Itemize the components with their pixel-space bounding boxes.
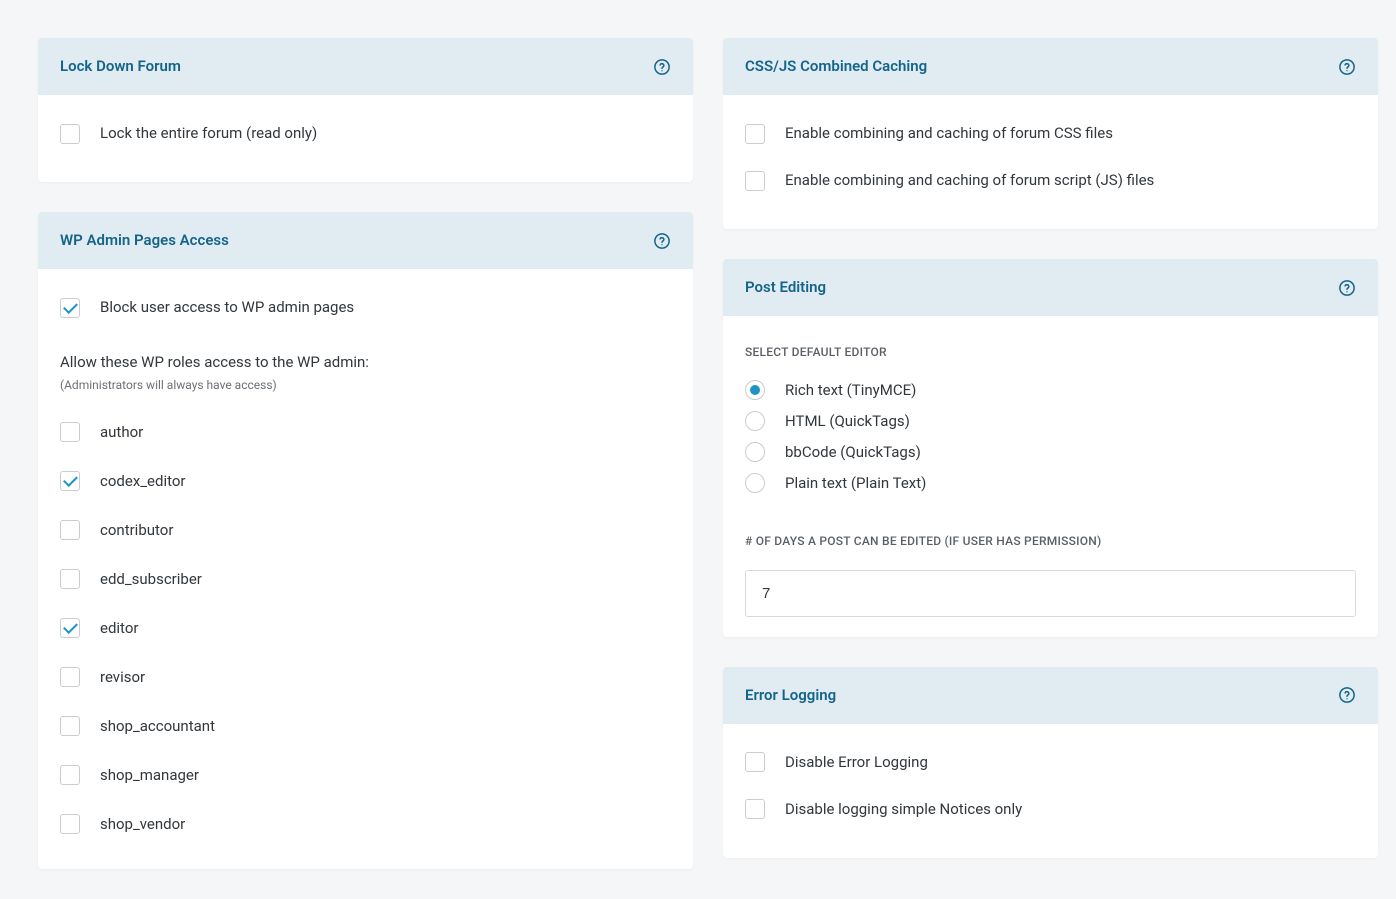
- role-label: shop_accountant: [100, 716, 215, 737]
- panel-header: Lock Down Forum: [38, 38, 693, 95]
- help-icon[interactable]: [653, 58, 671, 76]
- checkbox-disable-error-logging[interactable]: [745, 752, 765, 772]
- radio-editor-2[interactable]: [745, 442, 765, 462]
- checkbox-block-wp-admin[interactable]: [60, 298, 80, 318]
- checkbox-role-editor[interactable]: [60, 618, 80, 638]
- panel-wp-admin-pages-access: WP Admin Pages Access Block user access …: [38, 212, 693, 869]
- editor-option-label: bbCode (QuickTags): [785, 442, 921, 463]
- option-cache-css: Enable combining and caching of forum CS…: [745, 115, 1356, 162]
- panel-title: Lock Down Forum: [60, 56, 181, 77]
- role-row: contributor: [60, 506, 671, 555]
- panel-title: Post Editing: [745, 277, 826, 298]
- option-label: Block user access to WP admin pages: [100, 297, 354, 318]
- panel-lock-down-forum: Lock Down Forum Lock the entire forum (r…: [38, 38, 693, 182]
- section-label-days-editable: # OF DAYS A POST CAN BE EDITED (IF USER …: [745, 533, 1356, 550]
- radio-editor-1[interactable]: [745, 411, 765, 431]
- help-icon[interactable]: [1338, 279, 1356, 297]
- checkbox-disable-notices-logging[interactable]: [745, 799, 765, 819]
- checkbox-cache-js[interactable]: [745, 171, 765, 191]
- option-label: Enable combining and caching of forum CS…: [785, 123, 1113, 144]
- radio-editor-3[interactable]: [745, 473, 765, 493]
- option-label: Lock the entire forum (read only): [100, 123, 317, 144]
- panel-title: WP Admin Pages Access: [60, 230, 229, 251]
- editor-option-label: Rich text (TinyMCE): [785, 380, 916, 401]
- checkbox-role-author[interactable]: [60, 422, 80, 442]
- checkbox-role-codex_editor[interactable]: [60, 471, 80, 491]
- help-icon[interactable]: [1338, 58, 1356, 76]
- role-row: author: [60, 408, 671, 457]
- option-label: Disable logging simple Notices only: [785, 799, 1022, 820]
- editor-option: bbCode (QuickTags): [745, 437, 1356, 468]
- panel-title: Error Logging: [745, 685, 836, 706]
- roles-intro: Allow these WP roles access to the WP ad…: [60, 352, 671, 373]
- role-label: contributor: [100, 520, 173, 541]
- option-disable-notices-logging: Disable logging simple Notices only: [745, 791, 1356, 838]
- editor-option: HTML (QuickTags): [745, 406, 1356, 437]
- checkbox-role-revisor[interactable]: [60, 667, 80, 687]
- panel-header: CSS/JS Combined Caching: [723, 38, 1378, 95]
- role-label: shop_vendor: [100, 814, 185, 835]
- checkbox-role-contributor[interactable]: [60, 520, 80, 540]
- checkbox-role-shop_accountant[interactable]: [60, 716, 80, 736]
- option-disable-error-logging: Disable Error Logging: [745, 744, 1356, 791]
- radio-editor-0[interactable]: [745, 380, 765, 400]
- help-icon[interactable]: [1338, 686, 1356, 704]
- editor-option-label: Plain text (Plain Text): [785, 473, 926, 494]
- role-label: editor: [100, 618, 138, 639]
- checkbox-lock-entire-forum[interactable]: [60, 124, 80, 144]
- checkbox-role-edd_subscriber[interactable]: [60, 569, 80, 589]
- checkbox-role-shop_manager[interactable]: [60, 765, 80, 785]
- help-icon[interactable]: [653, 232, 671, 250]
- option-label: Disable Error Logging: [785, 752, 928, 773]
- role-label: codex_editor: [100, 471, 186, 492]
- role-row: edd_subscriber: [60, 555, 671, 604]
- role-row: codex_editor: [60, 457, 671, 506]
- role-row: shop_vendor: [60, 800, 671, 849]
- panel-header: WP Admin Pages Access: [38, 212, 693, 269]
- panel-css-js-caching: CSS/JS Combined Caching Enable combining…: [723, 38, 1378, 229]
- checkbox-cache-css[interactable]: [745, 124, 765, 144]
- role-row: shop_manager: [60, 751, 671, 800]
- role-label: shop_manager: [100, 765, 199, 786]
- section-label-select-editor: SELECT DEFAULT EDITOR: [745, 344, 1356, 361]
- role-row: editor: [60, 604, 671, 653]
- roles-list: author codex_editor contributor edd_subscri…: [60, 408, 671, 849]
- checkbox-role-shop_vendor[interactable]: [60, 814, 80, 834]
- roles-note: (Administrators will always have access): [60, 377, 671, 394]
- panel-header: Error Logging: [723, 667, 1378, 724]
- option-cache-js: Enable combining and caching of forum sc…: [745, 162, 1356, 209]
- editor-option: Plain text (Plain Text): [745, 468, 1356, 499]
- panel-error-logging: Error Logging Disable Error Logging Disa…: [723, 667, 1378, 858]
- option-label: Enable combining and caching of forum sc…: [785, 170, 1154, 191]
- editor-option-label: HTML (QuickTags): [785, 411, 910, 432]
- option-block-wp-admin: Block user access to WP admin pages: [60, 289, 671, 336]
- panel-header: Post Editing: [723, 259, 1378, 316]
- editor-radio-group: Rich text (TinyMCE) HTML (QuickTags) bbCod…: [745, 375, 1356, 499]
- role-label: revisor: [100, 667, 145, 688]
- role-label: author: [100, 422, 143, 443]
- role-label: edd_subscriber: [100, 569, 202, 590]
- days-editable-input[interactable]: [745, 570, 1356, 617]
- editor-option: Rich text (TinyMCE): [745, 375, 1356, 406]
- panel-post-editing: Post Editing SELECT DEFAULT EDITOR Rich …: [723, 259, 1378, 637]
- panel-title: CSS/JS Combined Caching: [745, 56, 927, 77]
- role-row: shop_accountant: [60, 702, 671, 751]
- role-row: revisor: [60, 653, 671, 702]
- option-lock-entire-forum: Lock the entire forum (read only): [60, 115, 671, 162]
